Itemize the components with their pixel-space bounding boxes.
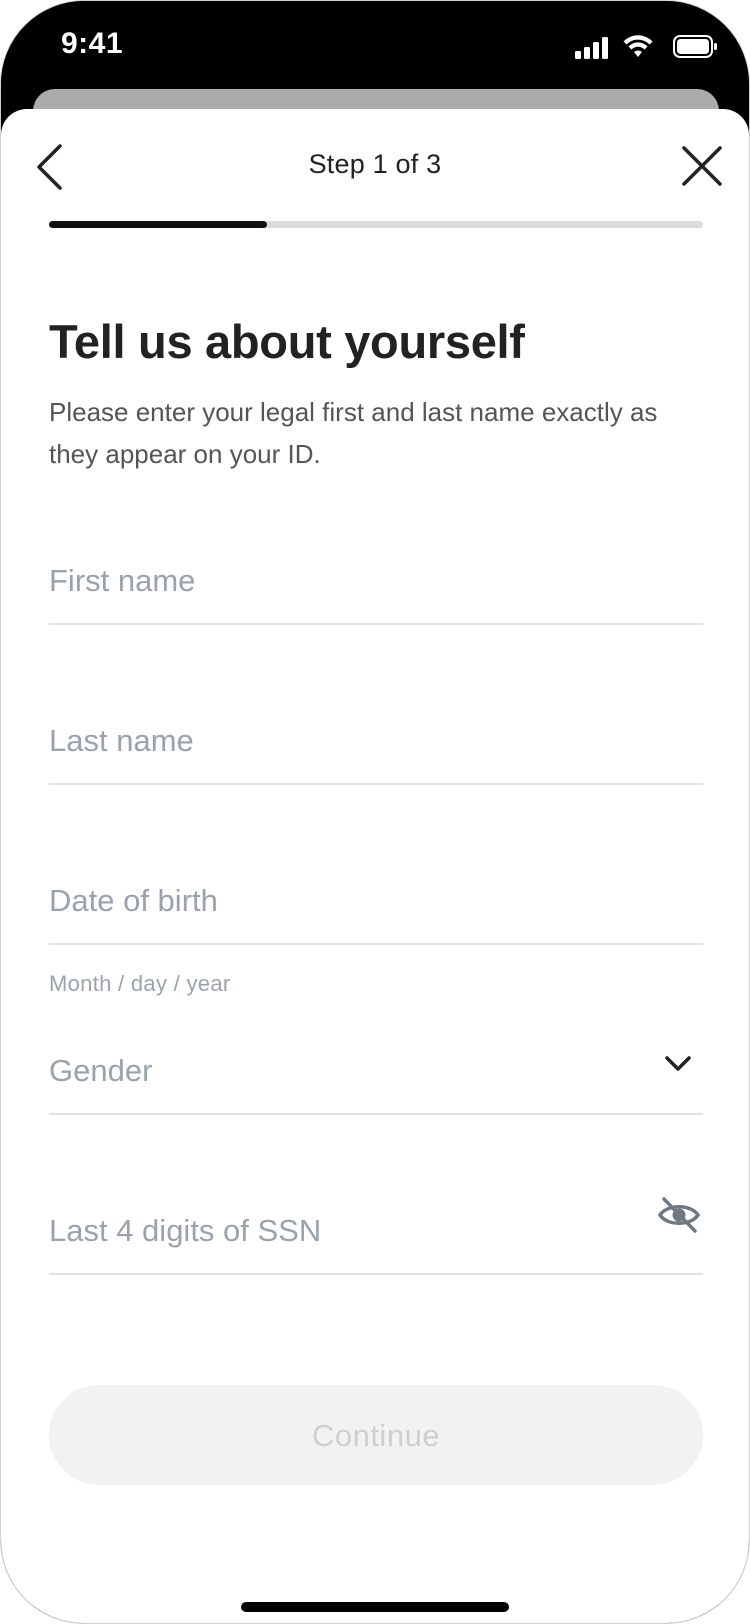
- ssn-placeholder: Last 4 digits of SSN: [49, 1213, 322, 1248]
- gender-select[interactable]: Gender: [49, 1047, 703, 1115]
- last-name-field[interactable]: Last name: [49, 717, 703, 785]
- signal-icon: [575, 37, 608, 59]
- page-title: Tell us about yourself: [49, 315, 525, 368]
- continue-label: Continue: [311, 1418, 441, 1453]
- home-indicator: [241, 1602, 509, 1612]
- wifi-icon: [623, 35, 653, 57]
- page-subtitle: Please enter your legal first and last n…: [49, 397, 658, 469]
- date-of-birth-helper: Month / day / year: [49, 971, 231, 996]
- date-of-birth-placeholder: Date of birth: [49, 883, 218, 918]
- first-name-field[interactable]: First name: [49, 557, 703, 625]
- status-time: 9:41: [61, 27, 124, 60]
- nav-bar: Step 1 of 3: [1, 109, 749, 219]
- chevron-down-icon: [665, 1056, 691, 1071]
- gender-placeholder: Gender: [49, 1053, 153, 1088]
- progress-fill: [49, 221, 267, 228]
- battery-icon: [673, 35, 717, 58]
- eye-slash-icon[interactable]: [657, 1195, 701, 1235]
- step-indicator: Step 1 of 3: [308, 149, 442, 179]
- date-of-birth-field[interactable]: Date of birth: [49, 877, 703, 945]
- progress-bar: [49, 221, 703, 228]
- close-button[interactable]: [681, 145, 723, 187]
- form-sheet: Step 1 of 3 Tell us about yourself Pleas…: [1, 109, 749, 1623]
- ssn-field[interactable]: Last 4 digits of SSN: [49, 1197, 703, 1275]
- phone-frame: 9:41 Step 1 of 3 Tell us about yourself …: [0, 0, 750, 1624]
- continue-button[interactable]: Continue: [49, 1385, 703, 1485]
- last-name-placeholder: Last name: [49, 723, 194, 758]
- status-bar: 9:41: [1, 1, 749, 101]
- first-name-placeholder: First name: [49, 563, 196, 598]
- close-icon: [682, 146, 722, 186]
